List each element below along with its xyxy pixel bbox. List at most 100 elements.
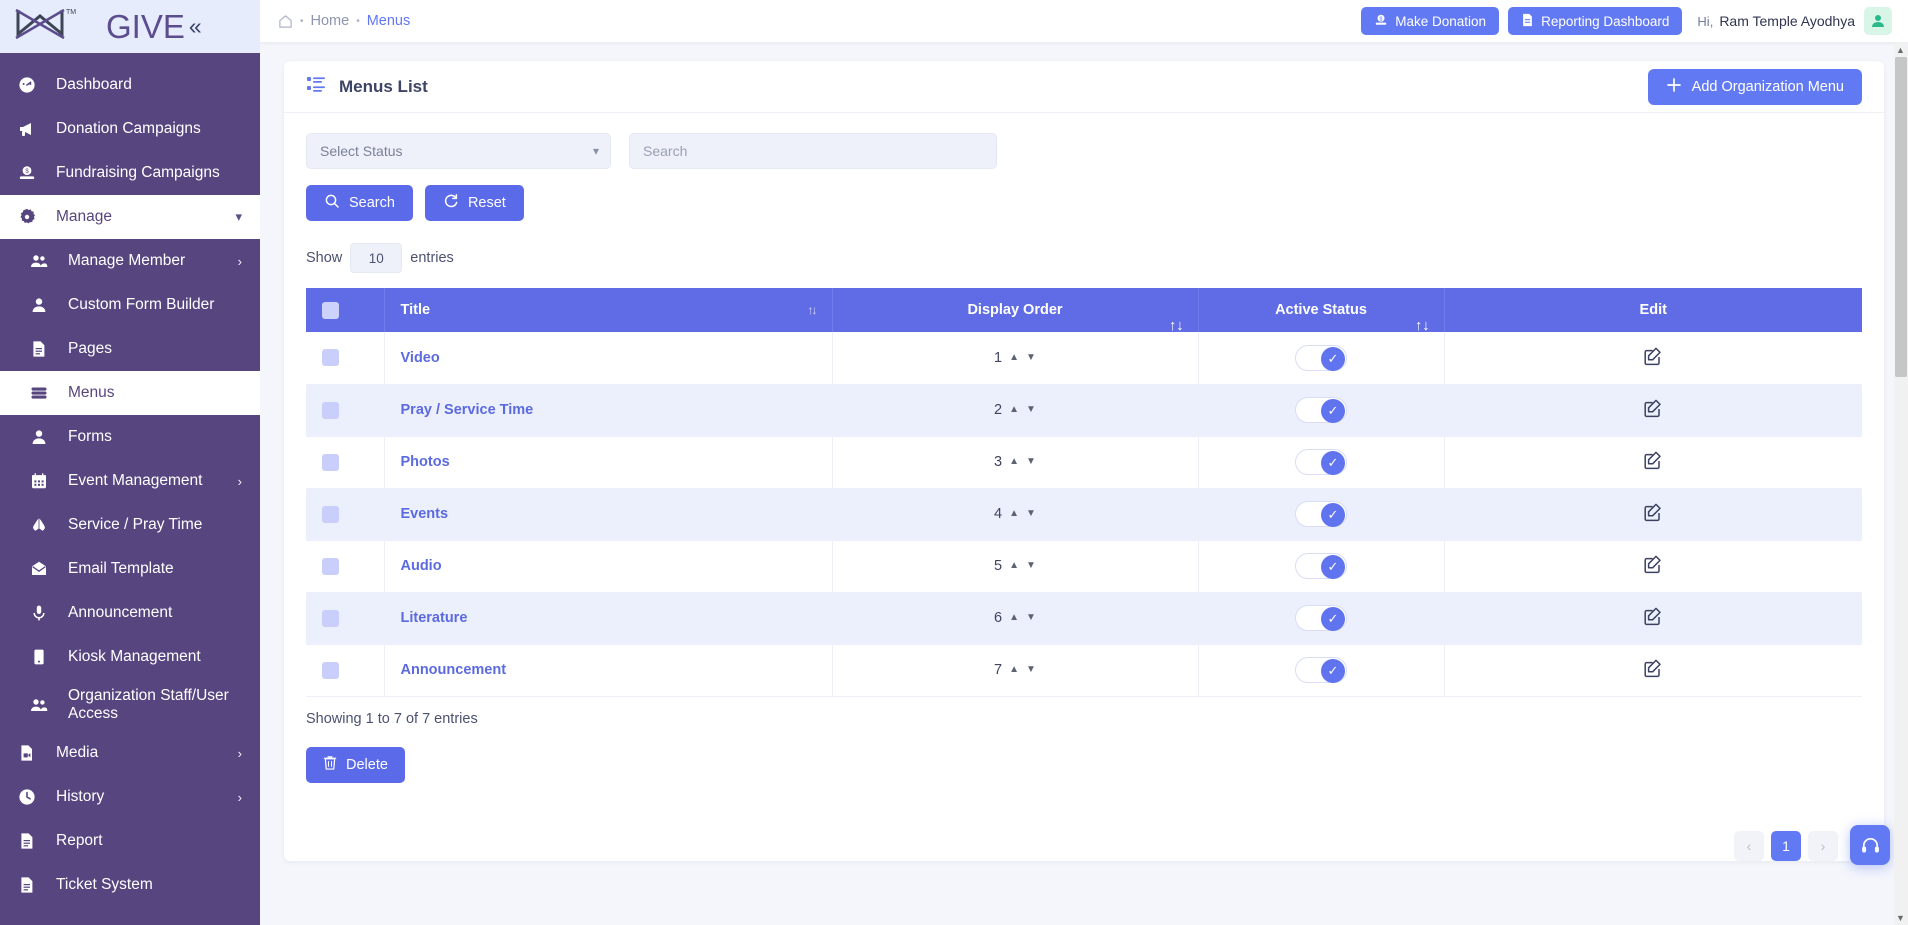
menu-title-link[interactable]: Announcement — [401, 662, 507, 678]
move-down-icon[interactable]: ▼ — [1026, 352, 1036, 363]
table-row: Photos 3 ▲ ▼ ✓ — [306, 436, 1862, 489]
reset-button[interactable]: Reset — [424, 185, 524, 221]
th-title[interactable]: Title ↑↓ — [384, 288, 833, 332]
sidebar-item-fundraising-campaigns[interactable]: $ Fundraising Campaigns — [0, 151, 260, 195]
sidebar-item-dashboard[interactable]: Dashboard — [0, 63, 260, 107]
menu-title-link[interactable]: Audio — [401, 558, 442, 574]
envelope-icon — [30, 560, 56, 578]
move-up-icon[interactable]: ▲ — [1009, 509, 1019, 519]
sidebar-item-custom-form-builder[interactable]: Custom Form Builder — [0, 283, 260, 327]
active-status-toggle[interactable]: ✓ — [1295, 449, 1347, 475]
active-status-toggle[interactable]: ✓ — [1295, 553, 1347, 579]
sidebar-item-history[interactable]: History › — [0, 775, 260, 819]
edit-button[interactable] — [1643, 606, 1663, 626]
sidebar-item-event-management[interactable]: Event Management › — [0, 459, 260, 503]
scroll-down-arrow[interactable]: ▼ — [1896, 913, 1905, 923]
sort-icon[interactable]: ↑↓ — [808, 303, 818, 317]
file-text-icon — [18, 876, 44, 894]
search-input[interactable] — [629, 133, 997, 169]
sidebar-item-announcement[interactable]: Announcement — [0, 591, 260, 635]
move-down-icon[interactable]: ▼ — [1026, 665, 1036, 675]
th-active-status[interactable]: Active Status ↑↓ — [1198, 288, 1445, 334]
delete-button[interactable]: Delete — [306, 746, 405, 783]
breadcrumb-home[interactable]: Home — [311, 13, 350, 29]
active-status-toggle[interactable]: ✓ — [1295, 657, 1347, 683]
move-up-icon[interactable]: ▲ — [1009, 561, 1019, 571]
sort-icon[interactable]: ↑↓ — [1415, 318, 1430, 334]
move-down-icon[interactable]: ▼ — [1026, 561, 1036, 571]
sidebar-item-ticket-system[interactable]: Ticket System — [0, 863, 260, 907]
menu-title-link[interactable]: Video — [401, 350, 440, 366]
select-all-checkbox[interactable] — [322, 301, 339, 319]
active-status-toggle[interactable]: ✓ — [1295, 605, 1347, 631]
row-checkbox[interactable] — [322, 505, 339, 523]
sidebar-item-email-template[interactable]: Email Template — [0, 547, 260, 591]
edit-button[interactable] — [1643, 502, 1663, 522]
sidebar-item-media[interactable]: Media › — [0, 731, 260, 775]
support-button[interactable] — [1850, 825, 1890, 865]
row-checkbox[interactable] — [322, 349, 339, 367]
clock-icon — [19, 789, 35, 805]
page-scrollbar[interactable]: ▲ ▼ — [1894, 43, 1908, 925]
sidebar-item-manage-member[interactable]: Manage Member › — [0, 239, 260, 283]
scroll-up-arrow[interactable]: ▲ — [1896, 45, 1905, 55]
status-select[interactable]: Select Status — [306, 133, 611, 169]
pagination-page-1[interactable]: 1 — [1771, 831, 1801, 861]
row-checkbox[interactable] — [322, 401, 339, 419]
move-down-icon[interactable]: ▼ — [1026, 405, 1036, 415]
move-up-icon[interactable]: ▲ — [1009, 405, 1019, 415]
edit-button[interactable] — [1643, 398, 1663, 418]
entries-input[interactable] — [350, 243, 403, 273]
th-edit-label: Edit — [1639, 302, 1667, 318]
menu-title-link[interactable]: Literature — [401, 610, 468, 626]
reporting-dashboard-button[interactable]: Reporting Dashboard — [1508, 7, 1683, 35]
edit-button[interactable] — [1643, 554, 1663, 574]
menu-title-link[interactable]: Pray / Service Time — [401, 402, 534, 418]
sidebar-item-menus[interactable]: Menus — [0, 371, 260, 415]
move-down-icon[interactable]: ▼ — [1026, 457, 1036, 467]
sidebar-item-pages[interactable]: Pages — [0, 327, 260, 371]
user-icon — [1872, 15, 1884, 27]
edit-button[interactable] — [1643, 346, 1663, 366]
active-status-toggle[interactable]: ✓ — [1295, 344, 1347, 371]
chevron-right-icon: › — [237, 745, 242, 761]
search-button[interactable]: Search — [306, 185, 413, 221]
sidebar-collapse-icon[interactable]: « — [189, 15, 202, 38]
move-up-icon[interactable]: ▲ — [1009, 457, 1019, 467]
row-select-cell — [306, 540, 385, 593]
sidebar-item-donation-campaigns[interactable]: Donation Campaigns — [0, 107, 260, 151]
pagination-prev[interactable]: ‹ — [1734, 831, 1764, 861]
move-down-icon[interactable]: ▼ — [1026, 509, 1036, 519]
sidebar-item-label: Menus — [68, 383, 115, 401]
avatar[interactable] — [1864, 7, 1892, 35]
move-up-icon[interactable]: ▲ — [1009, 665, 1019, 675]
pagination-next[interactable]: › — [1808, 831, 1838, 861]
th-display-order[interactable]: Display Order ↑↓ — [832, 288, 1199, 334]
make-donation-button[interactable]: $ Make Donation — [1361, 7, 1500, 35]
add-organization-menu-button[interactable]: Add Organization Menu — [1647, 68, 1862, 105]
edit-button[interactable] — [1643, 450, 1663, 470]
row-checkbox[interactable] — [322, 557, 339, 575]
menu-title-link[interactable]: Photos — [401, 454, 450, 470]
sidebar-item-kiosk-management[interactable]: Kiosk Management — [0, 635, 260, 679]
sidebar-item-forms[interactable]: Forms — [0, 415, 260, 459]
edit-button[interactable] — [1643, 658, 1663, 678]
menu-title-link[interactable]: Events — [401, 506, 449, 522]
move-down-icon[interactable]: ▼ — [1026, 613, 1036, 623]
sidebar-item-organization-staff-user-access[interactable]: Organization Staff/User Access — [0, 679, 260, 731]
row-checkbox[interactable] — [322, 661, 339, 679]
sidebar-item-manage[interactable]: Manage ▾ — [0, 195, 260, 239]
add-organization-menu-label: Add Organization Menu — [1691, 78, 1844, 95]
sidebar-item-service-pray-time[interactable]: Service / Pray Time — [0, 503, 260, 547]
scroll-thumb[interactable] — [1895, 57, 1907, 377]
move-up-icon[interactable]: ▲ — [1009, 352, 1019, 363]
active-status-toggle[interactable]: ✓ — [1295, 397, 1347, 423]
user-icon — [30, 428, 56, 446]
row-checkbox[interactable] — [322, 453, 339, 471]
active-status-toggle[interactable]: ✓ — [1295, 501, 1347, 527]
sidebar-item-report[interactable]: Report — [0, 819, 260, 863]
row-checkbox[interactable] — [322, 609, 339, 627]
home-icon[interactable] — [278, 14, 293, 29]
move-up-icon[interactable]: ▲ — [1009, 613, 1019, 623]
sort-icon[interactable]: ↑↓ — [1169, 318, 1184, 334]
